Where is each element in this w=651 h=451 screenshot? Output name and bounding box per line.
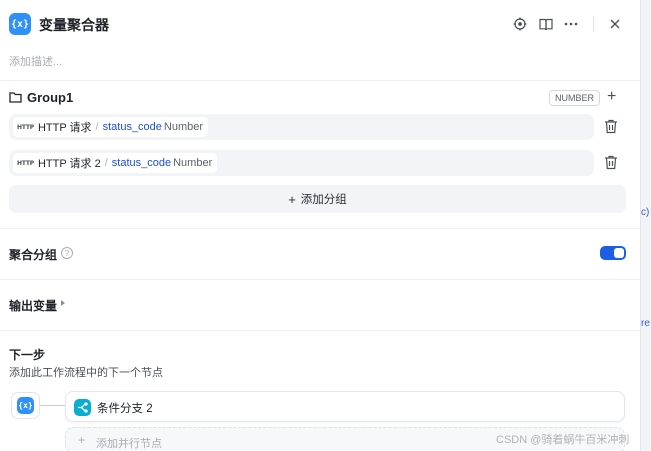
plus-icon: + bbox=[288, 191, 296, 207]
caret-right-icon[interactable] bbox=[61, 300, 65, 306]
next-step-subtitle: 添加此工作流程中的下一个节点 bbox=[9, 367, 163, 379]
next-node-label: 条件分支 2 bbox=[97, 403, 153, 415]
divider bbox=[0, 279, 640, 280]
divider bbox=[0, 330, 640, 331]
more-icon[interactable] bbox=[562, 15, 580, 33]
book-icon[interactable] bbox=[537, 15, 555, 33]
add-group-label: 添加分组 bbox=[300, 194, 347, 206]
variable-name: status_code bbox=[102, 121, 162, 133]
target-icon[interactable] bbox=[511, 15, 529, 33]
type-badge: NUMBER bbox=[549, 90, 601, 106]
variable-aggregator-icon: {x} bbox=[9, 13, 31, 35]
aggregate-group-label: 聚合分组 bbox=[9, 248, 58, 262]
plus-icon: + bbox=[78, 433, 86, 447]
variable-type: Number bbox=[163, 121, 204, 133]
http-icon: HTTP bbox=[17, 123, 34, 131]
add-variable-button[interactable]: + bbox=[607, 88, 616, 106]
group-name[interactable]: Group1 bbox=[27, 90, 73, 105]
branch-icon bbox=[74, 399, 91, 416]
divider bbox=[0, 228, 640, 229]
toggle-knob bbox=[614, 248, 624, 258]
description-input[interactable]: 添加描述... bbox=[9, 53, 62, 69]
node-title[interactable]: 变量聚合器 bbox=[39, 15, 109, 35]
variable-aggregator-panel: {x} 变量聚合器 添加描述... Group1 NUMBER + HTTP H… bbox=[0, 0, 641, 451]
header-separator bbox=[593, 17, 594, 31]
path-separator: / bbox=[95, 121, 99, 133]
trash-icon[interactable] bbox=[604, 155, 620, 171]
help-icon[interactable]: ? bbox=[61, 247, 73, 259]
close-icon[interactable] bbox=[606, 15, 624, 33]
variable-type: Number bbox=[173, 157, 213, 169]
variable-row[interactable]: HTTP HTTP 请求 2 / status_code Number bbox=[9, 150, 594, 176]
aggregate-group-toggle[interactable] bbox=[600, 246, 626, 260]
trash-icon[interactable] bbox=[604, 119, 620, 135]
add-group-button[interactable]: + 添加分组 bbox=[9, 185, 626, 213]
watermark: CSDN @骑着蜗牛百米冲刺 bbox=[496, 434, 630, 446]
variable-chip[interactable]: HTTP HTTP 请求 2 / status_code Number bbox=[13, 153, 218, 173]
divider bbox=[0, 80, 640, 81]
group-header: Group1 NUMBER + bbox=[9, 88, 629, 107]
http-icon: HTTP bbox=[17, 159, 34, 167]
next-node-card[interactable]: 条件分支 2 bbox=[65, 391, 625, 422]
canvas-fragment: re bbox=[641, 318, 650, 329]
canvas-fragment: c) bbox=[641, 207, 650, 218]
variable-name: status_code bbox=[111, 157, 172, 169]
path-separator: / bbox=[104, 157, 108, 169]
next-step-title: 下一步 bbox=[9, 348, 46, 362]
source-node-name: HTTP 请求 2 bbox=[37, 158, 101, 170]
variable-chip[interactable]: HTTP HTTP 请求 / status_code Number bbox=[13, 117, 209, 137]
source-node-name: HTTP 请求 bbox=[37, 122, 92, 134]
background-canvas: c) re bbox=[641, 0, 651, 451]
current-node-block: {x} bbox=[11, 392, 40, 419]
folder-icon bbox=[9, 91, 22, 106]
add-parallel-label: 添加并行节点 bbox=[96, 438, 162, 450]
variable-row[interactable]: HTTP HTTP 请求 / status_code Number bbox=[9, 114, 594, 140]
variable-aggregator-icon: {x} bbox=[17, 397, 34, 414]
connector-line bbox=[40, 405, 65, 406]
panel-header: {x} 变量聚合器 bbox=[0, 0, 640, 48]
output-variables-label[interactable]: 输出变量 bbox=[9, 297, 57, 314]
